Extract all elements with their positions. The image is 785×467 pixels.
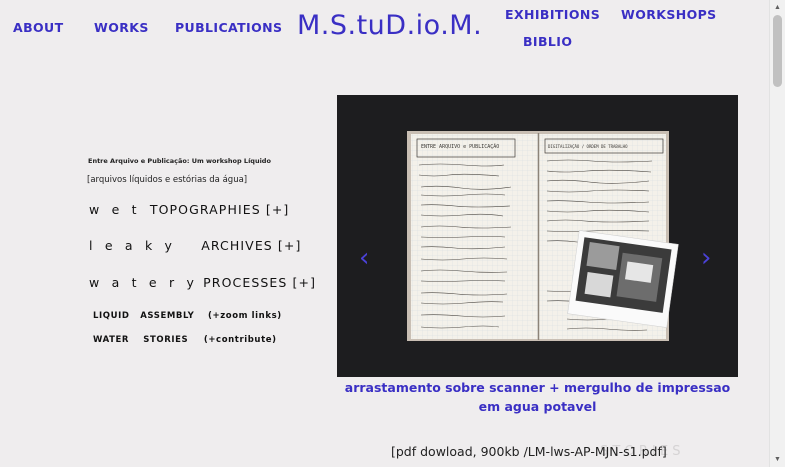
vertical-scrollbar[interactable]: ▲ ▼: [769, 0, 785, 467]
notebook-right-title: DIGITALIZAÇÃO / ORDEM DE TRABALHO: [548, 144, 628, 149]
nav-biblio[interactable]: BIBLIO: [523, 34, 572, 49]
water-stories-label: WATER STORIES: [93, 335, 189, 345]
workshop-subtitle: Entre Arquivo e Publicação: Um workshop …: [88, 157, 271, 165]
archives-prefix: l e a k y: [89, 238, 177, 253]
contribute-label: (+contribute): [203, 335, 277, 345]
notebook-left-title: ENTRE ARQUIVO e PUBLICAÇÃO: [421, 143, 499, 150]
notebook-photo: ENTRE ARQUIVO e PUBLICAÇÃO DIGITALIZAÇÃO…: [407, 131, 679, 341]
liquid-assembly-label: LIQUID ASSEMBLY: [93, 311, 195, 321]
scroll-thumb[interactable]: [773, 15, 782, 87]
site-title[interactable]: M.S.tuD.io.M.: [297, 10, 482, 41]
page: ABOUT WORKS PUBLICATIONS M.S.tuD.io.M. E…: [0, 0, 785, 467]
nav-works[interactable]: WORKS: [94, 20, 149, 35]
nav-exhibitions[interactable]: EXHIBITIONS: [505, 7, 600, 22]
image-slider[interactable]: ENTRE ARQUIVO e PUBLICAÇÃO DIGITALIZAÇÃO…: [337, 95, 738, 377]
processes-label: PROCESSES [+]: [203, 275, 317, 290]
wet-topographies-link[interactable]: w e t TOPOGRAPHIES [+]: [89, 202, 289, 217]
scroll-down-arrow-icon[interactable]: ▼: [770, 452, 785, 467]
processes-prefix: w a t e r y: [89, 275, 199, 290]
liquid-assembly-link[interactable]: LIQUID ASSEMBLY (+zoom links): [93, 311, 282, 321]
zoom-links-label: (+zoom links): [208, 311, 282, 321]
watery-processes-link[interactable]: w a t e r y PROCESSES [+]: [89, 275, 316, 290]
slider-next-arrow[interactable]: ›: [701, 245, 711, 271]
workshop-tagline: [arquivos líquidos e estórias da água]: [87, 175, 248, 185]
topographies-prefix: w e t: [89, 202, 141, 217]
nav-workshops[interactable]: WORKSHOPS: [621, 7, 717, 22]
pdf-download-link[interactable]: [pdf dowload, 900kb /LM-lws-AP-MJN-s1.pd…: [391, 444, 667, 459]
topographies-label: TOPOGRAPHIES [+]: [149, 202, 290, 217]
leaky-archives-link[interactable]: l e a k y ARCHIVES [+]: [89, 238, 301, 253]
archives-label: ARCHIVES [+]: [201, 238, 302, 253]
water-stories-link[interactable]: WATER STORIES (+contribute): [93, 335, 277, 345]
scroll-up-arrow-icon[interactable]: ▲: [770, 0, 785, 15]
polaroid-photo: [567, 230, 679, 328]
slide-caption: arrastamento sobre scanner + mergulho de…: [344, 380, 731, 414]
nav-publications[interactable]: PUBLICATIONS: [175, 20, 282, 35]
nav-about[interactable]: ABOUT: [13, 20, 64, 35]
slider-prev-arrow[interactable]: ‹: [359, 245, 369, 271]
